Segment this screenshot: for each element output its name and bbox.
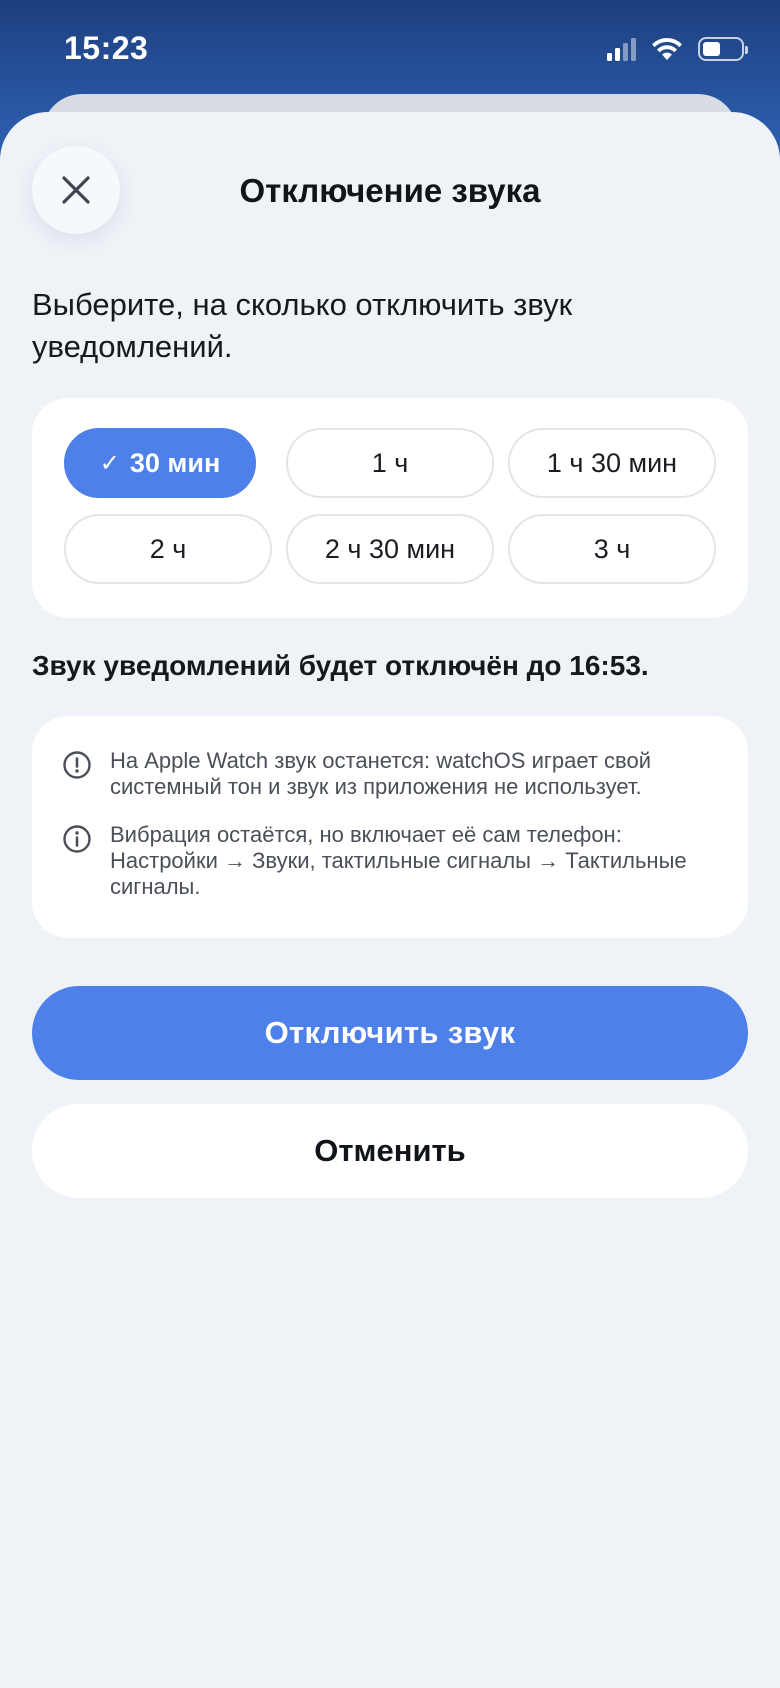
status-bar: 15:23 xyxy=(0,0,780,100)
mute-sheet: Отключение звука Выберите, на сколько от… xyxy=(0,112,780,1688)
mute-button[interactable]: Отключить звук xyxy=(32,986,748,1080)
battery-icon xyxy=(698,37,748,61)
status-icons xyxy=(607,36,748,62)
option-2-h[interactable]: 2 ч xyxy=(64,514,272,584)
option-label: 2 ч xyxy=(149,533,187,564)
cellular-signal-icon xyxy=(607,37,636,61)
checkmark-icon: ✓ xyxy=(99,449,120,477)
sheet-title: Отключение звука xyxy=(239,172,541,209)
note-vibration: Вибрация остаётся, но включает её сам те… xyxy=(62,822,722,900)
exclamation-circle-icon xyxy=(63,751,91,779)
note-apple-watch: На Apple Watch звук останется: watchOS и… xyxy=(62,748,722,800)
cancel-button[interactable]: Отменить xyxy=(32,1104,748,1198)
status-time: 15:23 xyxy=(64,30,149,66)
note-text: Вибрация остаётся, но включает её сам те… xyxy=(110,822,687,899)
info-circle-icon xyxy=(63,825,91,853)
option-label: 30 мин xyxy=(129,447,221,478)
duration-options: ✓ 30 мин 1 ч 1 ч 30 мин 2 ч 2 ч 30 мин 3… xyxy=(32,398,748,618)
option-3-h[interactable]: 3 ч xyxy=(508,514,716,584)
option-label: 1 ч xyxy=(371,447,409,478)
option-2-h-30-min[interactable]: 2 ч 30 мин xyxy=(286,514,494,584)
option-label: 3 ч xyxy=(593,533,631,564)
option-label: 2 ч 30 мин xyxy=(324,533,456,564)
note-text: На Apple Watch звук останется: watchOS и… xyxy=(110,748,652,799)
wifi-icon xyxy=(652,37,682,60)
option-1-h-30-min[interactable]: 1 ч 30 мин xyxy=(508,428,716,498)
option-label: 1 ч 30 мин xyxy=(546,447,678,478)
option-30-min[interactable]: ✓ 30 мин xyxy=(64,428,256,498)
muted-until-text: Звук уведомлений будет отключён до 16:53… xyxy=(32,650,649,681)
option-1-h[interactable]: 1 ч xyxy=(286,428,494,498)
notes-card: На Apple Watch звук останется: watchOS и… xyxy=(32,716,748,938)
mute-prompt: Выберите, на сколько отключить звук увед… xyxy=(32,287,573,364)
battery-level xyxy=(703,42,721,56)
